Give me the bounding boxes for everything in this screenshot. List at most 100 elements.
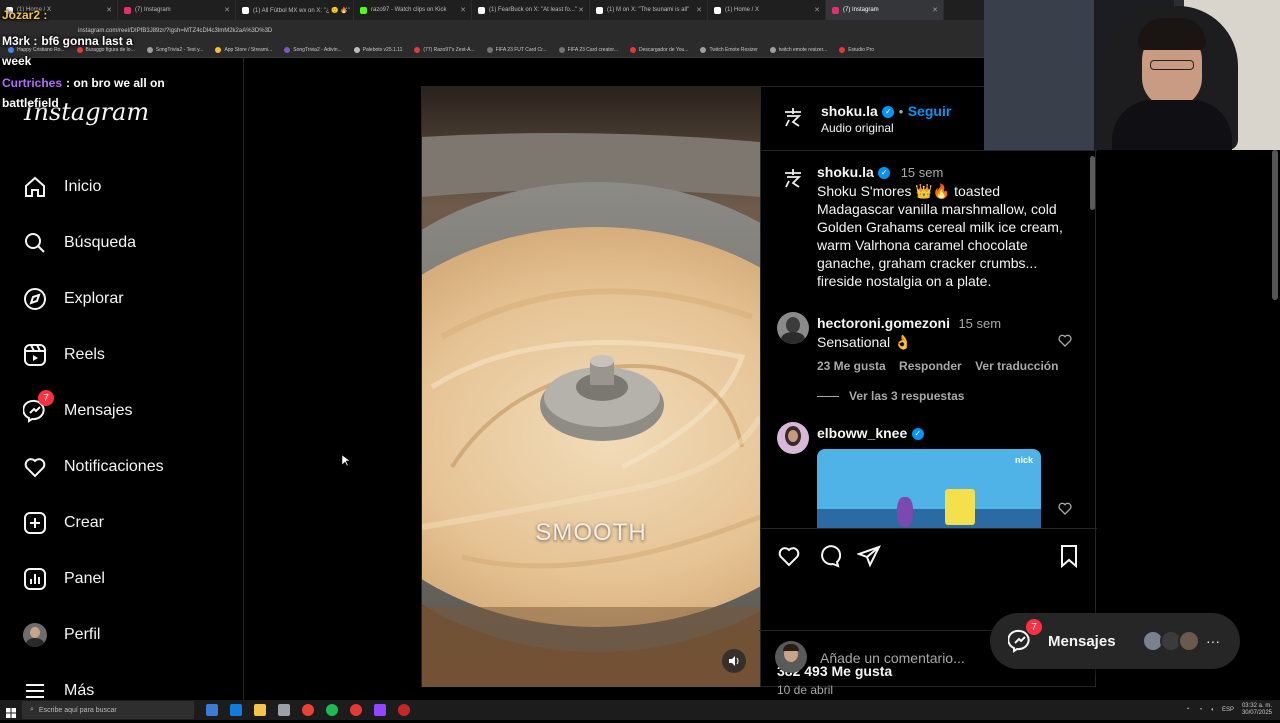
like-comment-icon[interactable] bbox=[1057, 500, 1073, 516]
close-tab-icon[interactable]: ✕ bbox=[932, 6, 938, 14]
sidebar-item-panel[interactable]: Panel bbox=[22, 566, 105, 592]
clock-time: 03:32 a. m. bbox=[1241, 703, 1272, 709]
windows-start-icon[interactable] bbox=[6, 705, 16, 718]
user-avatar[interactable] bbox=[775, 641, 807, 673]
app-icon[interactable] bbox=[398, 704, 410, 716]
tab-favicon-icon bbox=[832, 6, 839, 14]
volume-icon[interactable]: ◖ bbox=[1210, 707, 1214, 713]
caption-time[interactable]: 15 sem bbox=[901, 165, 944, 180]
comments-scrollbar[interactable] bbox=[1090, 156, 1095, 210]
comment-gif[interactable]: nick bbox=[817, 449, 1041, 528]
language-indicator[interactable]: ESP bbox=[1222, 707, 1234, 713]
browser-tab[interactable]: (7) Instagram ✕ bbox=[118, 0, 236, 20]
bookmark-item[interactable]: SongTrivia2 - Test y... bbox=[146, 46, 203, 53]
bookmark-item[interactable]: twitch emote resizer... bbox=[769, 46, 828, 53]
task-view-icon[interactable] bbox=[206, 704, 218, 716]
sidebar-item-mensajes[interactable]: 7 Mensajes bbox=[22, 390, 132, 424]
wifi-icon[interactable]: ◔ bbox=[1199, 707, 1203, 713]
view-replies-button[interactable]: Ver las 3 respuestas bbox=[817, 389, 1077, 403]
app-icon[interactable] bbox=[350, 704, 362, 716]
close-tab-icon[interactable]: ✕ bbox=[460, 6, 466, 14]
verified-icon: ✓ bbox=[878, 166, 891, 179]
bookmark-label: twitch emote resizer... bbox=[778, 46, 828, 53]
sidebar-item-crear[interactable]: Crear bbox=[22, 510, 104, 536]
sidebar-item-label: Crear bbox=[64, 514, 105, 531]
bookmark-item[interactable]: SongTrivia2 - Adivin... bbox=[284, 46, 342, 53]
sidebar-item-explorar[interactable]: Explorar bbox=[22, 286, 124, 312]
chat-text: week bbox=[2, 54, 32, 68]
close-tab-icon[interactable]: ✕ bbox=[106, 6, 112, 14]
commenter-avatar[interactable] bbox=[777, 312, 809, 344]
bookmark-item[interactable]: Estudio Pro bbox=[839, 46, 874, 53]
page-scrollbar[interactable] bbox=[1272, 150, 1278, 300]
bookmark-item[interactable]: Palebots v25.1.11 bbox=[353, 46, 402, 53]
browser-tab[interactable]: (1) All Fútbol MX wx on X: "¿ 🙂 🔥" ✕ bbox=[236, 0, 354, 20]
mute-button[interactable] bbox=[722, 649, 746, 673]
chat-message: Curtriches: on bro we all on bbox=[2, 73, 165, 93]
view-replies-label[interactable]: Ver las 3 respuestas bbox=[849, 389, 964, 403]
file-explorer-icon[interactable] bbox=[254, 704, 266, 716]
bookmark-item[interactable]: Twitch Emote Resizer bbox=[700, 46, 758, 53]
taskbar-search[interactable]: ⌕ Escribe aquí para buscar bbox=[22, 701, 194, 719]
comment-input[interactable]: Añade un comentario... bbox=[820, 650, 965, 666]
browser-tab[interactable]: (1) Home / X ✕ bbox=[708, 0, 826, 20]
sidebar-item-reels[interactable]: Reels bbox=[22, 342, 105, 368]
messenger-icon: 7 bbox=[1007, 619, 1042, 653]
sidebar-item-bsqueda[interactable]: Búsqueda bbox=[22, 230, 136, 256]
bookmark-item[interactable]: FIFA 23 FUT Card Cr... bbox=[486, 46, 547, 53]
bookmark-item[interactable]: (77) Razo97's Zest-A... bbox=[414, 46, 475, 53]
close-tab-icon[interactable]: ✕ bbox=[224, 6, 230, 14]
address-bar[interactable]: instagram.com/reel/DIPfB3J89zr/?igsh=MTZ… bbox=[0, 20, 984, 42]
sidebar-item-inicio[interactable]: Inicio bbox=[22, 174, 101, 200]
close-tab-icon[interactable]: ✕ bbox=[342, 6, 348, 14]
comment-item: hectoroni.gomezoni 15 sem Sensational 👌 … bbox=[817, 315, 1077, 403]
comment-username[interactable]: hectoroni.gomezoni bbox=[817, 315, 950, 331]
close-tab-icon[interactable]: ✕ bbox=[696, 6, 702, 14]
caption-avatar[interactable] bbox=[777, 162, 809, 194]
bookmark-item[interactable]: Descargador de You... bbox=[629, 46, 688, 53]
browser-tab[interactable]: (1) FearBuck on X: "At least fo..." ✕ bbox=[472, 0, 590, 20]
bookmark-favicon-icon bbox=[353, 46, 360, 53]
browser-tab[interactable]: razo97 - Watch clips on Kick ✕ bbox=[354, 0, 472, 20]
browser-tab[interactable]: (7) Instagram ✕ bbox=[826, 0, 944, 20]
twitch-icon[interactable] bbox=[374, 704, 386, 716]
tab-label: razo97 - Watch clips on Kick bbox=[371, 7, 447, 13]
comment-icon[interactable] bbox=[817, 544, 841, 568]
app-icon[interactable] bbox=[278, 704, 290, 716]
author-username[interactable]: shoku.la bbox=[821, 103, 878, 119]
like-comment-icon[interactable] bbox=[1057, 332, 1073, 348]
browser-tab[interactable]: (1) M on X: "The tsunami is all" ✕ bbox=[590, 0, 708, 20]
commenter-avatar[interactable] bbox=[777, 422, 809, 454]
audio-label[interactable]: Audio original bbox=[821, 121, 894, 135]
chevron-up-icon[interactable]: ⌃ bbox=[1186, 707, 1191, 714]
close-tab-icon[interactable]: ✕ bbox=[578, 6, 584, 14]
bookmark-favicon-icon bbox=[839, 46, 846, 53]
reel-video[interactable]: SMOOTH bbox=[422, 87, 760, 687]
sidebar-item-perfil[interactable]: Perfil bbox=[22, 622, 100, 648]
sidebar-item-notificaciones[interactable]: Notificaciones bbox=[22, 454, 164, 480]
close-tab-icon[interactable]: ✕ bbox=[814, 6, 820, 14]
bookmark-item[interactable]: FIFA 23 Card creator... bbox=[558, 46, 618, 53]
reply-button[interactable]: Responder bbox=[899, 359, 962, 373]
translate-button[interactable]: Ver traducción bbox=[975, 359, 1058, 373]
chrome-icon[interactable] bbox=[302, 704, 314, 716]
clock[interactable]: 03:32 a. m. 30/07/2025 bbox=[1242, 703, 1272, 717]
edge-icon[interactable] bbox=[230, 704, 242, 716]
bookmark-favicon-icon bbox=[146, 46, 153, 53]
follow-button[interactable]: Seguir bbox=[908, 103, 952, 119]
caption-username[interactable]: shoku.la bbox=[817, 164, 874, 180]
author-avatar[interactable] bbox=[777, 101, 809, 133]
comment-likes[interactable]: 23 Me gusta bbox=[817, 359, 886, 373]
heart-icon[interactable] bbox=[777, 544, 801, 568]
bookmark-item[interactable]: App Store / Streami... bbox=[215, 46, 273, 53]
comments-section[interactable]: shoku.la ✓ 15 sem Shoku S'mores 👑🔥 toast… bbox=[761, 152, 1097, 529]
comment-time[interactable]: 15 sem bbox=[958, 316, 1001, 331]
share-icon[interactable] bbox=[857, 544, 881, 568]
messages-pill[interactable]: 7 Mensajes ··· bbox=[990, 613, 1240, 669]
bookmark-label: App Store / Streami... bbox=[224, 46, 273, 53]
tab-label: (1) All Fútbol MX wx on X: "¿ 🙂 🔥" bbox=[253, 7, 350, 14]
tab-favicon-icon bbox=[596, 6, 603, 14]
comment-username[interactable]: elboww_knee bbox=[817, 425, 907, 441]
bookmark-icon[interactable] bbox=[1057, 544, 1081, 568]
spotify-icon[interactable] bbox=[326, 704, 338, 716]
